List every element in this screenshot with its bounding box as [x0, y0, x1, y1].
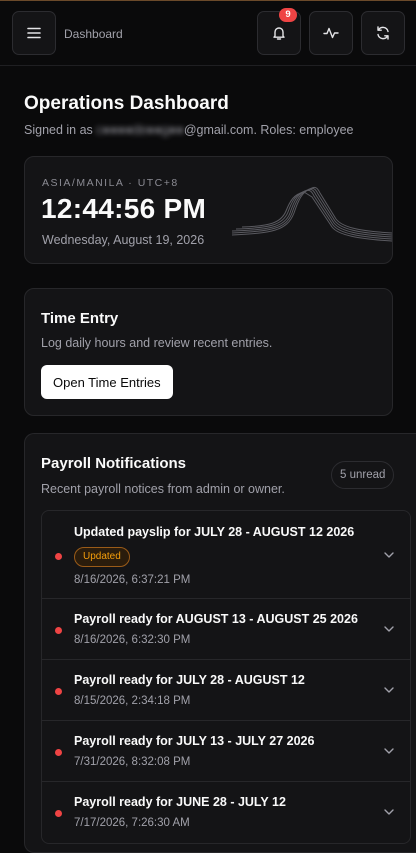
signed-in-prefix: Signed in as: [24, 123, 93, 137]
menu-button[interactable]: [12, 11, 56, 55]
notification-item[interactable]: Payroll ready for AUGUST 13 - AUGUST 25 …: [42, 599, 410, 660]
redacted-email: c●●●●de●●g●●: [96, 123, 184, 137]
chevron-down-icon[interactable]: [382, 622, 396, 636]
unread-dot: [55, 688, 62, 695]
chevron-down-icon[interactable]: [382, 548, 396, 562]
decorative-wave-art: [232, 186, 392, 242]
refresh-icon: [377, 26, 389, 40]
updated-badge: Updated: [74, 547, 130, 567]
unread-dot: [55, 810, 62, 817]
clock-date: Wednesday, August 19, 2026: [42, 233, 205, 247]
notification-title: Payroll ready for JULY 28 - AUGUST 12: [74, 673, 305, 687]
unread-count-pill: 5 unread: [331, 461, 395, 489]
top-bar: Dashboard 9: [0, 0, 416, 66]
notification-title: Payroll ready for JULY 13 - JULY 27 2026: [74, 734, 315, 748]
chevron-down-icon[interactable]: [382, 805, 396, 819]
unread-dot: [55, 627, 62, 634]
activity-icon: [323, 27, 339, 39]
notification-item[interactable]: Payroll ready for JULY 13 - JULY 27 2026…: [42, 721, 410, 782]
notification-count-badge: 9: [279, 8, 297, 22]
unread-dot: [55, 553, 62, 560]
email-suffix-roles: @gmail.com. Roles: employee: [183, 123, 354, 137]
signed-in-line: Signed in as c●●●●de●●g●●@gmail.com. Rol…: [24, 123, 354, 137]
breadcrumb: Dashboard: [64, 27, 123, 41]
clock-timezone: ASIA/MANILA · UTC+8: [42, 177, 179, 189]
time-entry-card: Time Entry Log daily hours and review re…: [24, 288, 393, 416]
open-time-entries-button[interactable]: Open Time Entries: [41, 365, 173, 399]
unread-dot: [55, 749, 62, 756]
time-entry-subtitle: Log daily hours and review recent entrie…: [41, 336, 273, 350]
clock-time: 12:44:56 PM: [41, 193, 207, 224]
page-title: Operations Dashboard: [24, 93, 229, 114]
notification-date: 7/31/2026, 8:32:08 PM: [74, 756, 191, 768]
payroll-notifications-card: Payroll Notifications Recent payroll not…: [24, 433, 416, 853]
notifications-button[interactable]: 9: [257, 8, 301, 55]
notification-item[interactable]: Payroll ready for JUNE 28 - JULY 12 7/17…: [42, 782, 410, 843]
menu-icon: [27, 27, 41, 39]
notification-title: Payroll ready for AUGUST 13 - AUGUST 25 …: [74, 612, 358, 626]
time-entry-title: Time Entry: [41, 310, 119, 327]
notification-list: Updated payslip for JULY 28 - AUGUST 12 …: [41, 510, 411, 844]
notification-date: 8/16/2026, 6:32:30 PM: [74, 634, 191, 646]
bell-icon: [273, 27, 285, 40]
notification-item[interactable]: Updated payslip for JULY 28 - AUGUST 12 …: [42, 511, 410, 599]
clock-card: ASIA/MANILA · UTC+8 12:44:56 PM Wednesda…: [24, 156, 393, 264]
payroll-subtitle: Recent payroll notices from admin or own…: [41, 482, 285, 496]
notification-date: 8/15/2026, 2:34:18 PM: [74, 695, 191, 707]
chevron-down-icon[interactable]: [382, 744, 396, 758]
activity-button[interactable]: [309, 11, 353, 55]
notification-title: Updated payslip for JULY 28 - AUGUST 12 …: [74, 525, 355, 539]
refresh-button[interactable]: [361, 11, 405, 55]
payroll-title: Payroll Notifications: [41, 455, 187, 472]
notification-date: 7/17/2026, 7:26:30 AM: [74, 817, 190, 829]
notification-item[interactable]: Payroll ready for JULY 28 - AUGUST 12 8/…: [42, 660, 410, 721]
notification-date: 8/16/2026, 6:37:21 PM: [74, 574, 191, 586]
chevron-down-icon[interactable]: [382, 683, 396, 697]
notification-title: Payroll ready for JUNE 28 - JULY 12: [74, 795, 286, 809]
